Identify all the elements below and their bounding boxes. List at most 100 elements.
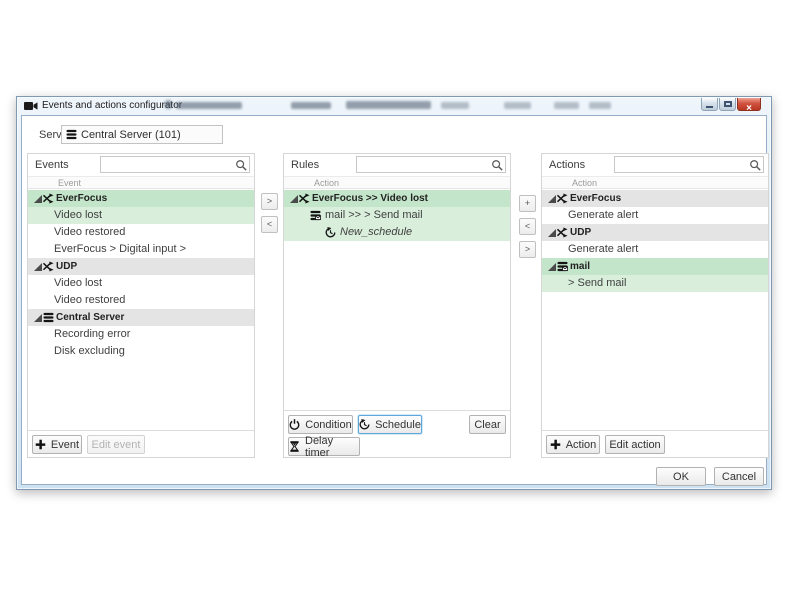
shuffle-icon	[43, 261, 54, 272]
tree-item-row[interactable]: Video lost	[28, 275, 254, 292]
history-clock-icon	[359, 419, 370, 430]
events-panel-title: Events	[35, 159, 69, 171]
background-window-smudge	[554, 102, 579, 109]
clear-button[interactable]: Clear	[469, 415, 506, 434]
search-icon	[491, 159, 503, 171]
plus-icon	[35, 439, 46, 450]
row-label: Generate alert	[568, 209, 638, 221]
tree-item-row[interactable]: New_schedule	[284, 224, 510, 241]
background-window-smudge	[346, 101, 431, 109]
mailserver-icon	[557, 261, 568, 272]
tree-item-row[interactable]: Video restored	[28, 292, 254, 309]
row-label: Video lost	[54, 209, 102, 221]
row-label: UDP	[56, 261, 77, 272]
row-label: EverFocus > Digital input >	[54, 243, 186, 255]
add-event-to-rule-button[interactable]: >	[261, 193, 278, 210]
row-label: Video restored	[54, 294, 125, 306]
dialog-client-area: Server Central Server (101) Events Event…	[21, 115, 767, 485]
rules-search	[356, 156, 506, 173]
background-window-smudge	[589, 102, 611, 109]
ok-button[interactable]: OK	[656, 467, 706, 486]
add-event-button[interactable]: Event	[32, 435, 82, 454]
maximize-button[interactable]	[719, 98, 736, 111]
rules-panel: Rules Action EverFocus >> Video lostmail…	[283, 153, 511, 458]
row-label: Disk excluding	[54, 345, 125, 357]
shuffle-icon	[43, 193, 54, 204]
cancel-button[interactable]: Cancel	[714, 467, 764, 486]
events-column-header: Event	[28, 176, 254, 189]
shuffle-icon	[557, 193, 568, 204]
row-label: Video restored	[54, 226, 125, 238]
row-label: EverFocus	[570, 193, 621, 204]
rules-search-input[interactable]	[359, 157, 487, 172]
delay-timer-button[interactable]: Delay timer	[288, 437, 360, 456]
tree-group-row[interactable]: EverFocus	[28, 190, 254, 207]
tree-group-row[interactable]: Central Server	[28, 309, 254, 326]
rules-panel-footer: Condition Schedule Clear Delay timer	[284, 410, 510, 457]
tree-group-row[interactable]: UDP	[542, 224, 768, 241]
background-window-smudge	[164, 100, 173, 109]
actions-panel: Actions Action EverFocus Generate alert UD…	[541, 153, 769, 458]
actions-panel-footer: Action Edit action	[542, 430, 768, 457]
condition-button[interactable]: Condition	[288, 415, 353, 434]
tree-group-row[interactable]: mail	[542, 258, 768, 275]
expander-icon[interactable]	[34, 263, 42, 271]
events-panel-footer: Event Edit event	[28, 430, 254, 457]
add-action-to-rule-button[interactable]: >	[519, 241, 536, 258]
tree-item-row[interactable]: mail >> > Send mail	[284, 207, 510, 224]
add-action-button[interactable]: Action	[546, 435, 600, 454]
events-search-input[interactable]	[103, 157, 231, 172]
actions-search	[614, 156, 764, 173]
shuffle-icon	[557, 227, 568, 238]
background-window-smudge	[291, 102, 331, 109]
server-value: Central Server (101)	[81, 129, 181, 141]
tree-item-row[interactable]: Disk excluding	[28, 343, 254, 360]
expander-icon[interactable]	[290, 195, 298, 203]
window-title: Events and actions configurator	[42, 100, 182, 111]
tree-group-row[interactable]: EverFocus	[542, 190, 768, 207]
window-titlebar[interactable]: Events and actions configurator ×	[18, 97, 770, 115]
background-window-smudge	[504, 102, 531, 109]
expander-icon[interactable]	[548, 229, 556, 237]
schedule-button[interactable]: Schedule	[358, 415, 422, 434]
plus-icon	[550, 439, 561, 450]
desktop: Events and actions configurator × Server…	[0, 0, 800, 600]
tree-item-row[interactable]: Generate alert	[542, 241, 768, 258]
events-panel-header: Events	[28, 154, 254, 176]
actions-search-input[interactable]	[617, 157, 745, 172]
actions-panel-header: Actions	[542, 154, 768, 176]
expander-icon[interactable]	[34, 314, 42, 322]
actions-column-header: Action	[542, 176, 768, 189]
tree-item-row[interactable]: > Send mail	[542, 275, 768, 292]
edit-action-button[interactable]: Edit action	[605, 435, 665, 454]
edit-event-button[interactable]: Edit event	[87, 435, 145, 454]
hourglass-icon	[289, 441, 300, 452]
expander-icon[interactable]	[548, 263, 556, 271]
close-button[interactable]: ×	[737, 98, 761, 111]
tree-group-row[interactable]: UDP	[28, 258, 254, 275]
history-icon	[325, 227, 336, 238]
row-label: New_schedule	[340, 226, 412, 238]
tree-item-row[interactable]: Recording error	[28, 326, 254, 343]
add-action-button-small[interactable]: +	[519, 195, 536, 212]
rules-column-header: Action	[284, 176, 510, 189]
expander-icon[interactable]	[548, 195, 556, 203]
search-icon	[749, 159, 761, 171]
remove-action-from-rule-button[interactable]: <	[519, 218, 536, 235]
server-icon	[43, 312, 54, 323]
rules-list: EverFocus >> Video lostmail >> > Send ma…	[284, 190, 510, 409]
remove-event-from-rule-button[interactable]: <	[261, 216, 278, 233]
tree-item-row[interactable]: EverFocus > Digital input >	[28, 241, 254, 258]
row-label: Central Server	[56, 312, 124, 323]
mailserver-icon	[310, 210, 321, 221]
tree-item-row[interactable]: Video lost	[28, 207, 254, 224]
expander-icon[interactable]	[34, 195, 42, 203]
tree-item-row[interactable]: Video restored	[28, 224, 254, 241]
row-label: UDP	[570, 227, 591, 238]
actions-list: EverFocus Generate alert UDP Generate alert…	[542, 190, 768, 429]
tree-group-row[interactable]: EverFocus >> Video lost	[284, 190, 510, 207]
server-selector[interactable]: Central Server (101)	[61, 125, 223, 144]
minimize-button[interactable]	[701, 98, 718, 111]
tree-item-row[interactable]: Generate alert	[542, 207, 768, 224]
row-label: Video lost	[54, 277, 102, 289]
